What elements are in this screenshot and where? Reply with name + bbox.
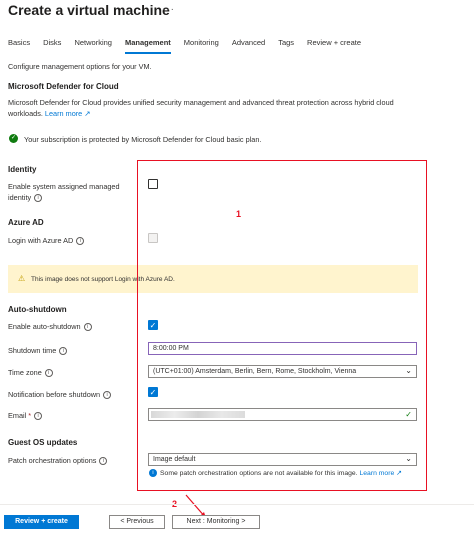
guest-os-heading: Guest OS updates — [8, 438, 78, 447]
time-zone-label-text: Time zone — [8, 368, 42, 377]
intro-text: Configure management options for your VM… — [8, 62, 152, 71]
warning-icon: ⚠ — [18, 274, 26, 283]
notification-label: Notification before shutdown i — [8, 389, 112, 400]
tab-basics[interactable]: Basics — [8, 38, 30, 54]
tab-advanced[interactable]: Advanced — [232, 38, 265, 54]
review-create-button[interactable]: Review + create — [4, 515, 79, 529]
patch-orchestration-label: Patch orchestration options i — [8, 455, 108, 466]
info-icon[interactable]: i — [76, 237, 85, 246]
azure-ad-heading: Azure AD — [8, 218, 44, 227]
time-zone-label: Time zone i — [8, 367, 53, 378]
info-icon[interactable]: i — [34, 194, 43, 203]
wizard-tabs: Basics Disks Networking Management Monit… — [8, 38, 374, 54]
defender-status: Your subscription is protected by Micros… — [24, 135, 262, 144]
defender-description-line1: Microsoft Defender for Cloud provides un… — [8, 98, 394, 107]
auto-shutdown-heading: Auto-shutdown — [8, 305, 67, 314]
required-mark: * — [28, 411, 32, 420]
external-link-icon: ↗ — [84, 109, 91, 118]
tab-disks[interactable]: Disks — [43, 38, 61, 54]
azure-ad-login-label-text: Login with Azure AD — [8, 236, 74, 245]
annotation-number-1: 1 — [236, 209, 242, 219]
info-icon[interactable]: i — [34, 412, 43, 421]
tab-monitoring[interactable]: Monitoring — [184, 38, 219, 54]
tab-networking[interactable]: Networking — [74, 38, 112, 54]
identity-label-line1: Enable system assigned managed — [8, 182, 120, 191]
success-check-icon: ✓ — [9, 134, 18, 143]
shutdown-time-label-text: Shutdown time — [8, 346, 57, 355]
shutdown-time-label: Shutdown time i — [8, 345, 68, 356]
email-label-text: Email — [8, 411, 27, 420]
previous-button[interactable]: < Previous — [109, 515, 165, 529]
defender-description-line2: workloads. — [8, 109, 43, 118]
identity-heading: Identity — [8, 165, 37, 174]
email-label: Email * i — [8, 410, 43, 421]
tab-review-create[interactable]: Review + create — [307, 38, 361, 54]
tab-management[interactable]: Management — [124, 38, 171, 54]
defender-learn-more-label[interactable]: Learn more — [45, 109, 82, 118]
tab-tags[interactable]: Tags — [278, 38, 294, 54]
notification-label-text: Notification before shutdown — [8, 390, 101, 399]
info-icon[interactable]: i — [83, 323, 92, 332]
patch-orchestration-label-text: Patch orchestration options — [8, 456, 97, 465]
next-monitoring-button[interactable]: Next : Monitoring > — [172, 515, 260, 529]
annotation-highlight-box — [137, 160, 427, 491]
azure-ad-login-label: Login with Azure AD i — [8, 235, 85, 246]
defender-heading: Microsoft Defender for Cloud — [8, 82, 119, 91]
info-icon[interactable]: i — [103, 391, 112, 400]
defender-description: Microsoft Defender for Cloud provides un… — [8, 97, 428, 119]
info-icon[interactable]: i — [44, 369, 53, 378]
defender-learn-more-link[interactable]: Learn more ↗ — [45, 109, 90, 118]
identity-label: Enable system assigned managed identity i — [8, 181, 120, 203]
page-title: Create a virtual machine — [8, 2, 170, 18]
enable-auto-shutdown-label: Enable auto-shutdown i — [8, 321, 92, 332]
info-icon[interactable]: i — [99, 457, 108, 466]
footer-divider — [0, 504, 474, 505]
more-options-icon[interactable]: ··· — [162, 4, 175, 15]
info-icon[interactable]: i — [59, 347, 68, 356]
enable-auto-shutdown-label-text: Enable auto-shutdown — [8, 322, 81, 331]
identity-label-line2: identity — [8, 193, 32, 202]
